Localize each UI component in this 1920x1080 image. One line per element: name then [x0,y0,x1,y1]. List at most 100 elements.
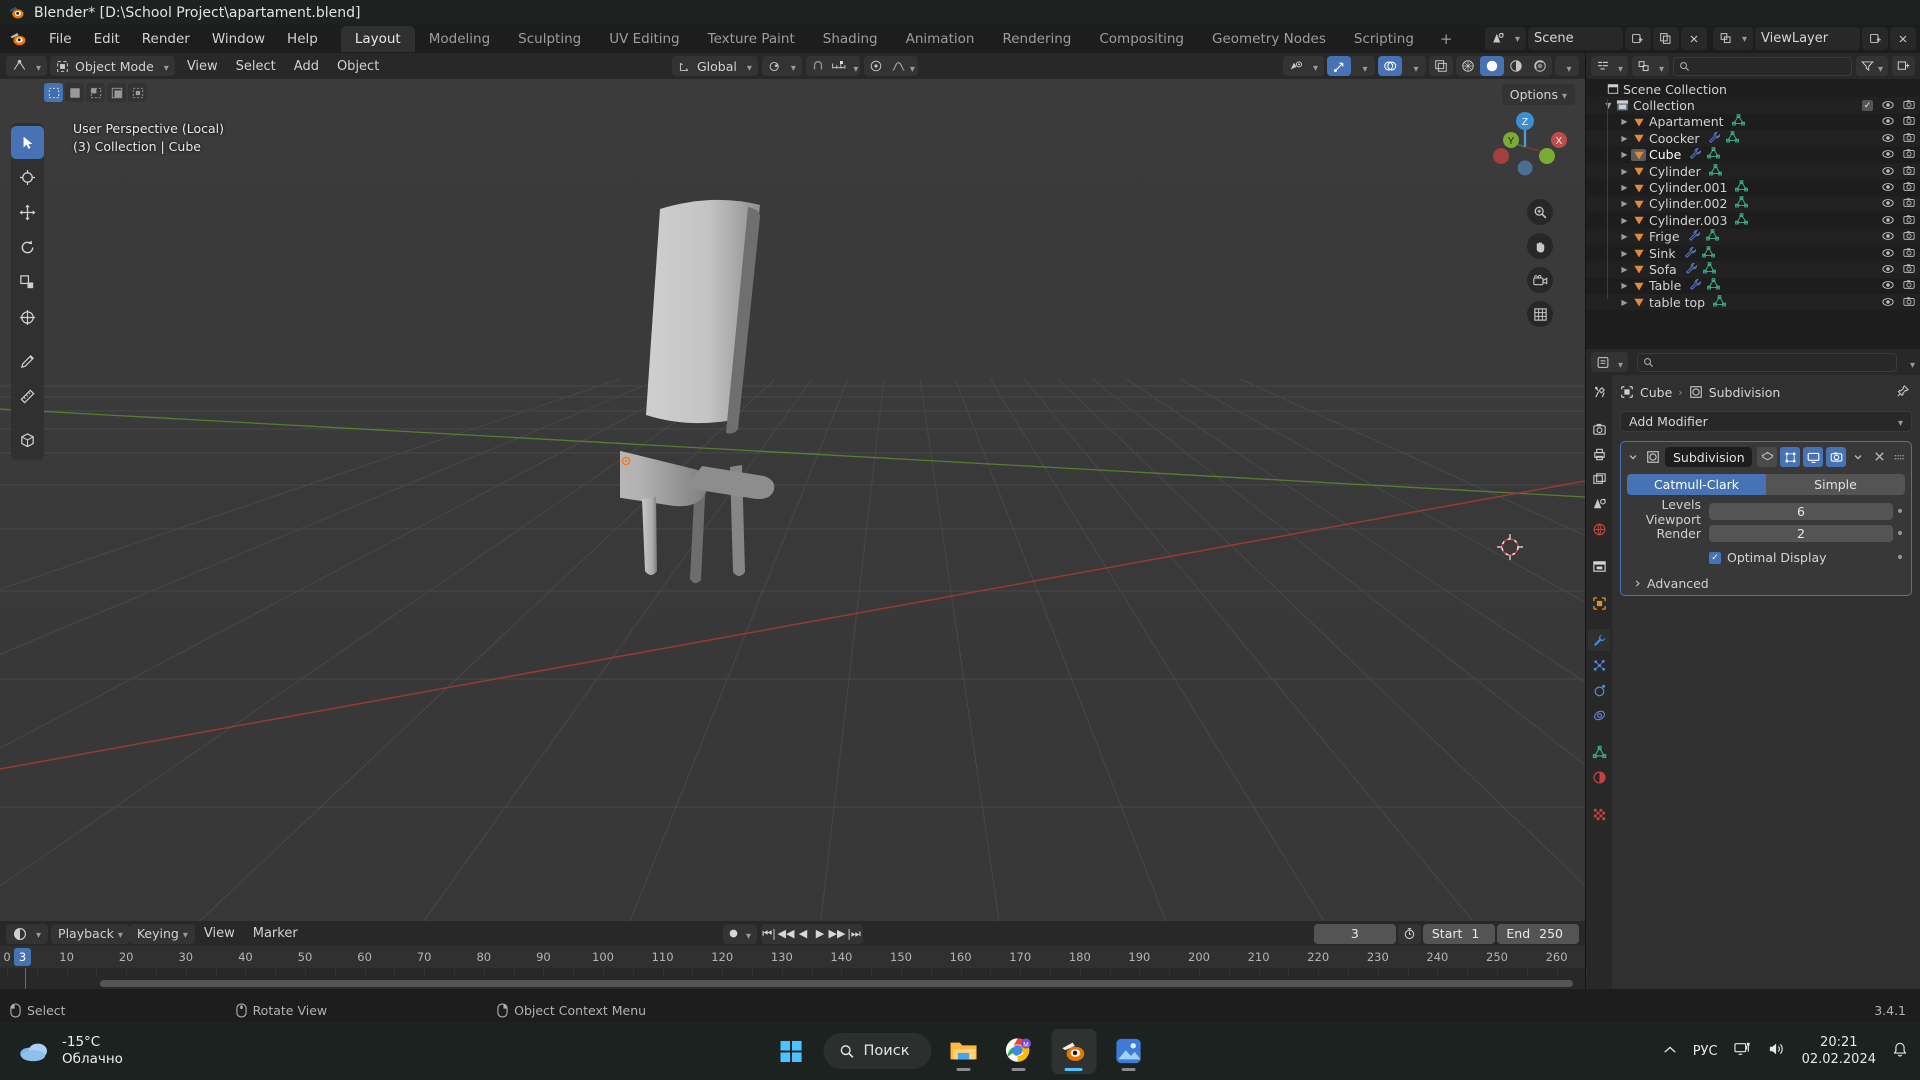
modifier-badge[interactable] [1689,278,1702,293]
outliner-row-cylinder[interactable]: ▶ Cylinder [1586,162,1920,180]
edit-mode-toggle[interactable] [1780,447,1800,467]
mesh-data-badge[interactable] [1707,147,1721,162]
object-hide-button[interactable] [1882,262,1894,277]
object-render-button[interactable] [1903,229,1915,244]
viewport-menu-add[interactable]: Add [285,59,328,74]
modifier-name-field[interactable]: Subdivision [1665,447,1752,467]
taskbar-weather-widget[interactable]: -15°C Облачно [0,1034,300,1068]
gizmo-toggle[interactable] [1327,56,1351,76]
modifier-expand-toggle[interactable] [1625,450,1641,465]
shading-options[interactable] [1555,56,1579,76]
timeline-ruler[interactable]: 0 10 20 30 40 50 60 70 80 90 100 110 120 130 140 150 160… [0,946,1585,968]
material-tab[interactable] [1588,766,1610,788]
object-hide-button[interactable] [1882,147,1894,162]
jump-to-start-button[interactable]: ⏮| [761,927,778,941]
taskbar-search[interactable]: Поиск [823,1033,932,1069]
timeline-track[interactable] [0,968,1588,989]
workspace-tab-layout[interactable]: Layout [340,26,415,52]
object-hide-button[interactable] [1882,196,1894,211]
advanced-section-toggle[interactable]: Advanced [1625,576,1907,591]
tray-clock[interactable]: 20:21 02.02.2024 [1802,1034,1876,1068]
collection-hide-button[interactable] [1882,98,1894,113]
viewport-menu-view[interactable]: View [178,59,227,74]
object-render-button[interactable] [1903,180,1915,195]
editor-type-button[interactable] [6,56,48,76]
outliner-row-sofa[interactable]: ▶ Sofa [1586,261,1920,278]
scale-tool[interactable] [11,266,44,299]
camera-view-button[interactable] [1527,267,1553,293]
timeline-menu-keying[interactable]: Keying [129,923,195,944]
topbar-menu-window[interactable]: Window [201,29,276,49]
timeline-menu-view[interactable]: View [195,926,244,941]
current-frame-field[interactable]: 3 [1313,923,1396,944]
workspace-tab-compositing[interactable]: Compositing [1085,26,1198,52]
workspace-tab-uv-editing[interactable]: UV Editing [595,26,693,52]
shading-mode-wireframe[interactable] [1456,56,1480,76]
copy-scene-button[interactable] [1652,27,1679,50]
add-workspace-button[interactable]: + [1428,30,1465,48]
object-mode-selector[interactable]: Object Mode [50,56,175,76]
workspace-tab-texture-paint[interactable]: Texture Paint [694,26,809,52]
subdivision-algorithm-simple[interactable]: Simple [1766,474,1905,495]
expand-triangle-icon[interactable]: ▶ [1618,216,1631,225]
expand-triangle-icon[interactable]: ▶ [1618,134,1631,143]
outliner-display-mode-button[interactable] [1632,56,1670,76]
topbar-menu-edit[interactable]: Edit [83,29,131,49]
viewport-options-button[interactable]: Options [1501,84,1575,105]
viewport-menu-select[interactable]: Select [227,59,285,74]
timeline-scrollbar[interactable] [100,980,1573,987]
overlay-options[interactable] [1402,56,1426,76]
mesh-data-badge[interactable] [1725,131,1739,146]
mesh-data-badge[interactable] [1713,294,1727,310]
outliner-row-cylinder-002[interactable]: ▶ Cylinder.002 [1586,195,1920,213]
outliner-row-frige[interactable]: ▶ Frige [1586,228,1920,245]
object-hide-button[interactable] [1882,295,1894,310]
optimal-display-checkbox[interactable]: ✓ [1709,551,1721,564]
toggle-ortho-button[interactable] [1527,301,1553,327]
world-tab[interactable] [1588,518,1610,540]
outliner-row-cube[interactable]: ▶ Cube [1586,147,1920,163]
outliner-row-table-top[interactable]: ▶ table top [1586,294,1920,311]
object-render-button[interactable] [1903,131,1915,146]
workspace-tab-scripting[interactable]: Scripting [1340,26,1428,52]
transform-orientation-selector[interactable]: Global [672,56,758,76]
topbar-menu-file[interactable]: File [38,29,83,49]
subdivision-algorithm-catmull-clark[interactable]: Catmull-Clark [1627,474,1766,495]
mesh-data-badge[interactable] [1701,245,1715,261]
select-intersect-button[interactable] [128,83,147,102]
realtime-toggle[interactable] [1803,447,1823,467]
move-tool[interactable] [11,196,44,229]
scene-name-field[interactable]: Scene [1527,27,1623,50]
delete-scene-button[interactable] [1680,27,1707,50]
object-hide-button[interactable] [1882,278,1894,293]
expand-triangle-icon[interactable]: ▶ [1618,281,1631,290]
properties-options-button[interactable] [1906,353,1915,372]
breadcrumb-object-label[interactable]: Cube [1640,385,1672,400]
shading-mode-material-preview[interactable] [1504,56,1528,76]
on-cage-toggle[interactable] [1757,447,1777,467]
jump-to-prev-keyframe-button[interactable]: ◀◀ [778,927,795,940]
object-render-button[interactable] [1903,213,1915,228]
add-cube-tool[interactable] [11,424,44,457]
gizmo-options[interactable] [1351,56,1375,76]
output-tab[interactable] [1588,443,1610,465]
modifier-badge[interactable] [1684,246,1697,261]
shading-mode-solid[interactable] [1480,56,1504,76]
expand-triangle-icon[interactable]: ▶ [1618,167,1631,176]
workspace-tab-shading[interactable]: Shading [809,26,892,52]
object-render-button[interactable] [1903,262,1915,277]
modifier-extras-button[interactable] [1849,450,1867,465]
outliner-filter-button[interactable] [1855,56,1888,76]
outliner-new-collection-button[interactable] [1892,56,1915,76]
gizmo-axis-neg-z[interactable] [1517,160,1533,176]
taskbar-photos[interactable] [1106,1029,1151,1074]
shading-mode-rendered[interactable] [1528,56,1552,76]
visibility-selector[interactable] [1282,56,1324,76]
delete-viewlayer-button[interactable] [1890,27,1916,50]
pin-button[interactable] [1896,384,1910,401]
expand-triangle-icon[interactable]: ▶ [1618,298,1631,307]
taskbar-blender[interactable] [1051,1028,1097,1074]
outliner-editor-type-button[interactable] [1591,56,1629,76]
play-reverse-button[interactable]: ◀ [795,927,812,940]
expand-triangle-icon[interactable]: ▶ [1618,265,1631,274]
